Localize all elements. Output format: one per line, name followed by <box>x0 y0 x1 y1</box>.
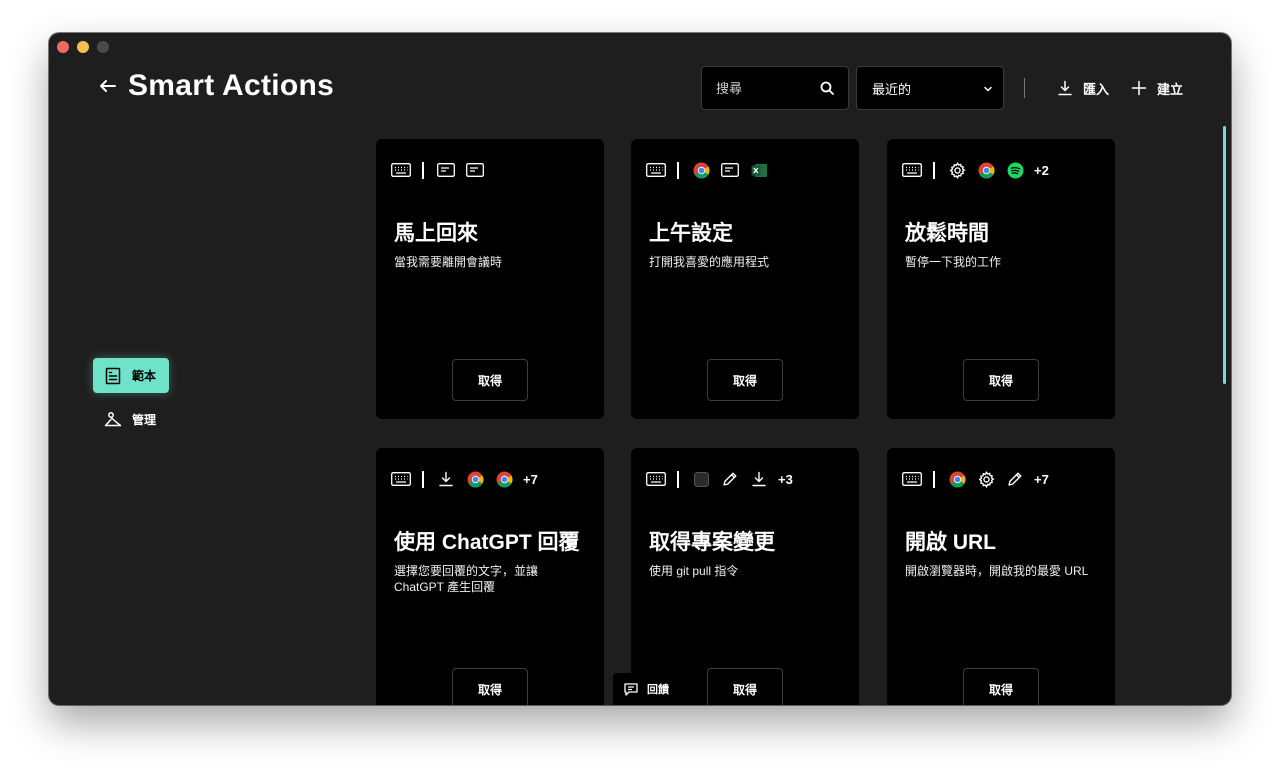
feedback-icon <box>624 682 638 696</box>
feedback-button[interactable]: 回饋 <box>613 673 680 705</box>
card-icon-row: +7 <box>902 470 1049 488</box>
smart-action-card: +7 開啟 URL 開啟瀏覽器時，開啟我的最愛 URL 取得 <box>887 448 1115 705</box>
card-icon-row <box>391 161 494 179</box>
smart-action-card: 馬上回來 當我需要離開會議時 取得 <box>376 139 604 419</box>
card-title: 使用 ChatGPT 回覆 <box>394 531 580 554</box>
window-icon <box>720 161 740 179</box>
pencil-icon <box>1005 470 1025 488</box>
window-icon <box>465 161 485 179</box>
get-button[interactable]: 取得 <box>707 668 783 705</box>
card-icon-row: +7 <box>391 470 538 488</box>
icon-separator <box>677 470 679 488</box>
gear-icon <box>947 161 967 179</box>
chrome-icon <box>947 470 967 488</box>
download-icon <box>749 470 769 488</box>
more-icons-count: +7 <box>523 471 538 487</box>
hanger-icon <box>104 411 122 426</box>
chrome-icon <box>494 470 514 488</box>
card-icon-row: +2 <box>902 161 1049 179</box>
chrome-icon <box>465 470 485 488</box>
search-box[interactable] <box>701 66 849 110</box>
app-window: Smart Actions 最近的 匯入 建立 範本 <box>49 33 1231 705</box>
page-title: Smart Actions <box>128 69 335 102</box>
window-controls <box>57 41 109 53</box>
chrome-icon <box>691 161 711 179</box>
get-button[interactable]: 取得 <box>452 359 528 401</box>
keyboard-icon <box>646 161 666 179</box>
sidebar-item-label: 管理 <box>132 413 157 427</box>
create-label: 建立 <box>1157 81 1184 97</box>
sidebar-item-manage[interactable]: 管理 <box>93 402 169 437</box>
card-icon-row: +3 <box>646 470 793 488</box>
minimize-window-button[interactable] <box>77 41 89 53</box>
get-button[interactable]: 取得 <box>707 359 783 401</box>
icon-separator <box>422 470 424 488</box>
chrome-icon <box>976 161 996 179</box>
pencil-icon <box>720 470 740 488</box>
chevron-down-icon <box>984 86 992 92</box>
back-arrow-icon[interactable] <box>97 75 119 97</box>
smart-action-card: +7 使用 ChatGPT 回覆 選擇您要回覆的文字，並讓 ChatGPT 產生… <box>376 448 604 705</box>
keyboard-icon <box>391 470 411 488</box>
sidebar-item-label: 範本 <box>132 369 157 383</box>
download-icon <box>436 470 456 488</box>
card-title: 取得專案變更 <box>649 531 775 554</box>
search-icon[interactable] <box>820 81 834 95</box>
terminal-icon <box>691 470 711 488</box>
keyboard-icon <box>902 161 922 179</box>
window-icon <box>436 161 456 179</box>
sidebar-item-templates[interactable]: 範本 <box>93 358 169 393</box>
download-icon <box>1058 80 1072 96</box>
toolbar-divider <box>1024 78 1025 98</box>
excel-icon <box>749 161 769 179</box>
more-icons-count: +3 <box>778 471 793 487</box>
search-input[interactable] <box>716 80 806 96</box>
keyboard-icon <box>646 470 666 488</box>
smart-action-card: 上午設定 打開我喜愛的應用程式 取得 <box>631 139 859 419</box>
card-description: 當我需要離開會議時 <box>394 255 503 269</box>
card-title: 上午設定 <box>649 222 733 245</box>
plus-icon <box>1131 80 1147 96</box>
card-description: 使用 git pull 指令 <box>649 564 739 578</box>
icon-separator <box>677 161 679 179</box>
template-icon <box>105 367 121 384</box>
card-title: 開啟 URL <box>905 531 996 554</box>
card-title: 放鬆時間 <box>905 222 989 245</box>
card-description: 打開我喜愛的應用程式 <box>649 255 770 269</box>
gear-icon <box>976 470 996 488</box>
card-description: 開啟瀏覽器時，開啟我的最愛 URL <box>905 564 1089 578</box>
get-button[interactable]: 取得 <box>452 668 528 705</box>
smart-action-card: +2 放鬆時間 暫停一下我的工作 取得 <box>887 139 1115 419</box>
close-window-button[interactable] <box>57 41 69 53</box>
sort-dropdown-value: 最近的 <box>872 81 912 97</box>
zoom-window-button[interactable] <box>97 41 109 53</box>
card-icon-row <box>646 161 778 179</box>
smart-action-card: +3 取得專案變更 使用 git pull 指令 取得 <box>631 448 859 705</box>
feedback-label: 回饋 <box>647 684 669 696</box>
import-label: 匯入 <box>1083 81 1110 97</box>
get-button[interactable]: 取得 <box>963 359 1039 401</box>
icon-separator <box>933 161 935 179</box>
import-button[interactable]: 匯入 <box>1057 77 1109 99</box>
icon-separator <box>933 470 935 488</box>
scrollbar-thumb[interactable] <box>1223 126 1226 384</box>
icon-separator <box>422 161 424 179</box>
more-icons-count: +7 <box>1034 471 1049 487</box>
keyboard-icon <box>902 470 922 488</box>
card-description: 暫停一下我的工作 <box>905 255 1002 269</box>
sort-dropdown[interactable]: 最近的 <box>856 66 1004 110</box>
card-title: 馬上回來 <box>394 222 478 245</box>
spotify-icon <box>1005 161 1025 179</box>
create-button[interactable]: 建立 <box>1131 77 1183 99</box>
keyboard-icon <box>391 161 411 179</box>
get-button[interactable]: 取得 <box>963 668 1039 705</box>
more-icons-count: +2 <box>1034 162 1049 178</box>
card-description: 選擇您要回覆的文字，並讓 ChatGPT 產生回覆 <box>394 564 539 594</box>
